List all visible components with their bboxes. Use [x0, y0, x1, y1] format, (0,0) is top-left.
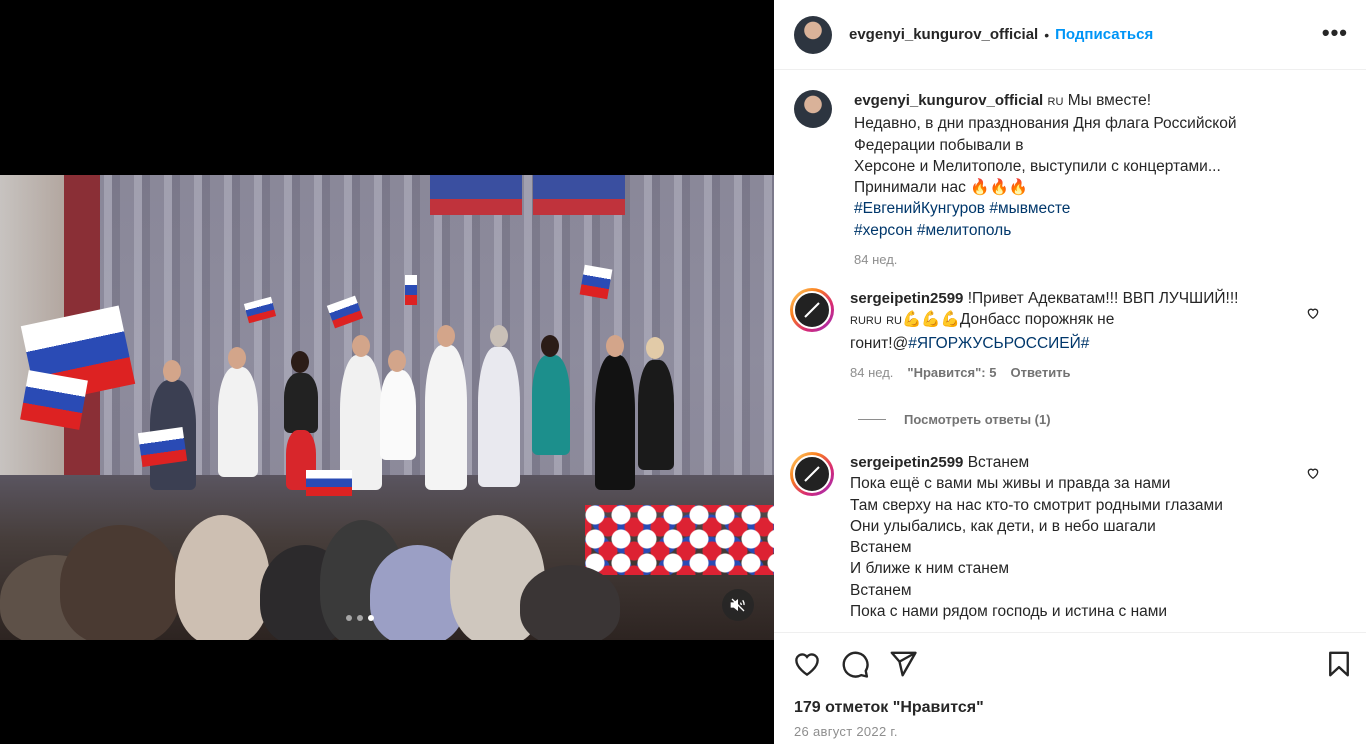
- russian-flag: [137, 427, 188, 467]
- russian-flag: [20, 370, 88, 430]
- comment-line: Пока ещё с вами мы живы и правда за нами: [850, 475, 1171, 493]
- performer: [380, 370, 416, 460]
- separator-dot: •: [1044, 26, 1050, 43]
- like-count[interactable]: 179 отметок "Нравится": [794, 699, 984, 717]
- carousel-indicator: [346, 615, 374, 621]
- comment-line: Пока с нами рядом господь и истина с нам…: [850, 603, 1168, 621]
- comment-line: Встанем: [850, 539, 912, 557]
- share-icon[interactable]: [888, 649, 918, 679]
- comment-username[interactable]: sergeipetin2599: [850, 290, 963, 307]
- author-avatar[interactable]: [794, 15, 832, 54]
- carousel-dot-active[interactable]: [368, 615, 374, 621]
- flag-label: RU: [886, 315, 902, 328]
- comment-emoji: 💪💪💪: [901, 311, 960, 329]
- performer-head: [163, 360, 181, 382]
- heart-icon[interactable]: [792, 649, 822, 679]
- follow-button[interactable]: Подписаться: [1055, 26, 1153, 43]
- comment-like-icon[interactable]: [1306, 466, 1320, 480]
- comment-avatar[interactable]: [790, 288, 834, 332]
- comment-icon[interactable]: [840, 649, 870, 679]
- comment: sergeipetin2599 !Привет Адекватам!!! ВВП…: [790, 288, 1334, 383]
- performer: [595, 355, 635, 490]
- performer-head: [437, 325, 455, 347]
- comment: sergeipetin2599 Встанем Пока ещё с вами …: [790, 452, 1334, 622]
- comment-line: Встанем: [967, 454, 1030, 471]
- comment-line: И ближе к ним станем: [850, 560, 1010, 578]
- caption-avatar[interactable]: [794, 90, 832, 128]
- post-sidebar: evgenyi_kungurov_official • Подписаться …: [774, 0, 1366, 744]
- post-header: evgenyi_kungurov_official • Подписаться …: [774, 0, 1366, 70]
- caption-time[interactable]: 84 нед.: [854, 249, 897, 270]
- audience: [0, 475, 620, 640]
- flag-label: RURU: [850, 315, 882, 328]
- caption-hashtags[interactable]: #херсон #мелитополь: [854, 220, 1274, 241]
- post-actions: 179 отметок "Нравится" 26 август 2022 г.: [774, 632, 1366, 744]
- replies-divider: [858, 419, 886, 420]
- performer: [218, 367, 258, 477]
- comment-likes[interactable]: "Нравится": 5: [907, 362, 996, 383]
- performer-head: [352, 335, 370, 357]
- performer-head: [228, 347, 246, 369]
- stage-banner-right: [533, 175, 625, 215]
- performer-head: [646, 337, 664, 359]
- caption-hashtags[interactable]: #ЕвгенийКунгуров #мывместе: [854, 198, 1274, 219]
- comment-line: Они улыбались, как дети, и в небо шагали: [850, 517, 1156, 535]
- view-replies-button[interactable]: Посмотреть ответы (1): [858, 412, 1051, 427]
- carousel-dot[interactable]: [346, 615, 352, 621]
- author-username[interactable]: evgenyi_kungurov_official: [849, 26, 1038, 43]
- russian-flag: [579, 264, 613, 300]
- performer-head: [291, 351, 309, 373]
- russian-flag: [405, 275, 417, 305]
- performer-head: [541, 335, 559, 357]
- flag-label: RU: [1047, 96, 1064, 108]
- view-replies-label[interactable]: Посмотреть ответы (1): [904, 412, 1051, 427]
- reply-button[interactable]: Ответить: [1010, 362, 1070, 383]
- caption-line: Недавно, в дни празднования Дня флага Ро…: [854, 115, 1237, 154]
- post-video[interactable]: [0, 175, 774, 640]
- comment-line: Встанем: [850, 581, 912, 599]
- comment-text: !Привет Адекватам!!! ВВП ЛУЧШИЙ!!!: [967, 290, 1239, 307]
- comments-list[interactable]: evgenyi_kungurov_official RU Мы вместе! …: [774, 70, 1366, 632]
- comment-like-icon[interactable]: [1306, 306, 1320, 320]
- caption-line: Принимали нас 🔥🔥🔥: [854, 179, 1029, 197]
- performer: [284, 373, 318, 433]
- performer: [478, 347, 520, 487]
- bookmark-icon[interactable]: [1324, 649, 1354, 679]
- caption-line: Херсоне и Мелитополе, выступили с концер…: [854, 157, 1221, 175]
- caption: evgenyi_kungurov_official RU Мы вместе! …: [794, 90, 1334, 270]
- caption-username[interactable]: evgenyi_kungurov_official: [854, 92, 1043, 109]
- caption-line: Мы вместе!: [1067, 92, 1152, 109]
- mute-icon: [730, 598, 745, 612]
- mute-button[interactable]: [722, 589, 754, 621]
- comment-username[interactable]: sergeipetin2599: [850, 454, 963, 471]
- performer: [425, 345, 467, 490]
- carousel-dot[interactable]: [357, 615, 363, 621]
- performer-head: [606, 335, 624, 357]
- performer: [532, 355, 570, 455]
- performer: [638, 360, 674, 470]
- post-media: [0, 0, 774, 744]
- post-date[interactable]: 26 август 2022 г.: [794, 724, 898, 739]
- more-options-button[interactable]: •••: [1322, 22, 1348, 44]
- stage-banner-left: [430, 175, 522, 215]
- comment-avatar[interactable]: [790, 452, 834, 496]
- comment-line: Там сверху на нас кто-то смотрит родными…: [850, 496, 1223, 514]
- comment-hashtag[interactable]: #ЯГОРЖУСЬРОССИЕЙ#: [908, 335, 1089, 352]
- comment-time[interactable]: 84 нед.: [850, 362, 893, 383]
- performer-head: [490, 325, 508, 347]
- performer-head: [388, 350, 406, 372]
